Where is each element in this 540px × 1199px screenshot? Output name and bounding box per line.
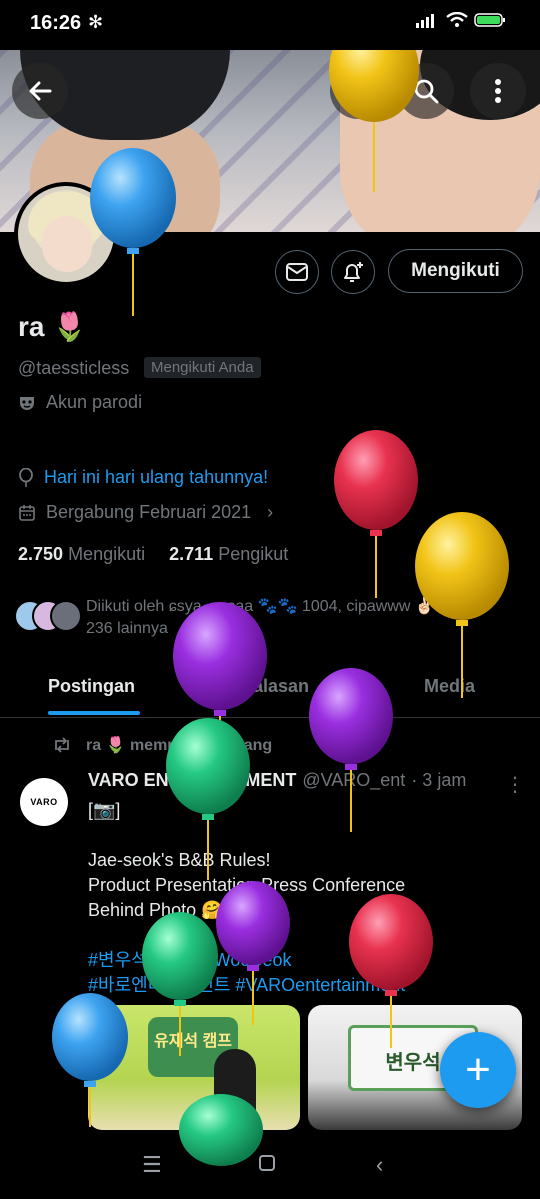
tab-media[interactable]: Media (424, 676, 475, 697)
repost-text[interactable]: ra 🌷 memposting ulang (86, 735, 272, 755)
post-hashtags[interactable]: #바로엔터테인먼트 #VAROentertainment (88, 973, 518, 998)
repost-icon (55, 737, 69, 753)
avatar (50, 600, 82, 632)
balloon-icon (19, 467, 33, 487)
followed-by-text: Diikuti oleh ɕsya, sasaa 🐾🐾 1004, cipaww… (86, 598, 486, 637)
battery-icon (474, 12, 506, 33)
search-icon (414, 79, 439, 104)
joined-text: Bergabung Februari 2021 (46, 502, 252, 522)
following-button[interactable]: Mengikuti (388, 249, 523, 293)
post-hashtags[interactable]: #변우석 #ByeonWooSeok (88, 948, 518, 973)
followed-by-avatars (14, 600, 84, 634)
message-button[interactable] (275, 250, 319, 294)
post-more-icon[interactable]: ⋮ (505, 772, 525, 797)
wifi-icon (446, 11, 468, 33)
recent-apps-icon[interactable]: ☰ (142, 1152, 162, 1178)
bell-plus-icon (344, 262, 363, 282)
profile-name: ra 🌷 (18, 311, 88, 342)
follows-you-badge: Mengikuti Anda (144, 357, 261, 378)
post-line: Product Presentation Press Conference (88, 875, 406, 895)
tab-posts[interactable]: Postingan (48, 676, 135, 697)
profile-handle: @taessticless (18, 358, 130, 378)
app-notification-icon: ✻ (88, 12, 104, 32)
follow-stats: 2.750 Mengikuti 2.711 Pengikut (18, 544, 288, 565)
mask-icon (20, 396, 34, 410)
arrow-left-icon (29, 81, 52, 101)
signal-icon (416, 12, 438, 33)
active-tab-indicator (48, 711, 140, 715)
post-line: [📷] (88, 800, 121, 820)
followers-stat[interactable]: 2.711 Pengikut (169, 544, 288, 565)
post-time: · 3 jam (411, 770, 467, 790)
chevron-right-icon: › (267, 502, 274, 522)
search-button[interactable] (398, 63, 454, 119)
post-line: Jae-seok's B&B Rules! (88, 850, 271, 870)
compose-post-button[interactable]: + (440, 1032, 516, 1108)
repost-indicator: ra 🌷 memposting ulang (52, 735, 272, 755)
calendar-icon (19, 504, 35, 521)
profile-avatar[interactable] (14, 182, 118, 286)
birthday-text[interactable]: Hari ini hari ulang tahunnya! (44, 467, 268, 488)
parody-text: Akun parodi (46, 392, 143, 412)
back-nav-icon[interactable]: ‹ (376, 1152, 383, 1178)
more-vertical-icon (495, 79, 501, 103)
back-button[interactable] (12, 63, 68, 119)
post-text: [📷] Jae-seok's B&B Rules! Product Presen… (88, 798, 518, 998)
notifications-button[interactable] (331, 250, 375, 294)
status-bar: 16:26 ✻ (0, 0, 540, 50)
post-header: VARO ENTERTAINMENT @VARO_ent · 3 jam (88, 770, 466, 791)
joined-line[interactable]: Bergabung Februari 2021 › (18, 502, 273, 523)
grok-button[interactable] (330, 63, 386, 119)
post-author-name[interactable]: VARO ENTERTAINMENT (88, 770, 296, 791)
mail-icon (286, 263, 308, 281)
parody-label: Akun parodi (18, 392, 142, 413)
post-line: Behind Photo 🤗📷 (88, 900, 246, 920)
post-author-avatar[interactable]: VARO (20, 778, 68, 826)
profile-tabs: Postingan Balasan Media (0, 660, 540, 718)
status-time: 16:26 (30, 12, 82, 34)
grok-icon (347, 80, 369, 102)
birthday-line: Hari ini hari ulang tahunnya! (18, 467, 268, 488)
more-button[interactable] (470, 63, 526, 119)
tab-replies[interactable]: Balasan (240, 676, 309, 697)
balloon-red-1 (334, 430, 418, 598)
post-image[interactable]: 유재석 캠프 (88, 1005, 300, 1130)
system-nav-bar: ☰ ‹ (0, 1140, 540, 1199)
home-icon[interactable] (258, 1152, 276, 1178)
following-stat[interactable]: 2.750 Mengikuti (18, 544, 145, 565)
post-author-handle[interactable]: @VARO_ent (302, 770, 405, 791)
